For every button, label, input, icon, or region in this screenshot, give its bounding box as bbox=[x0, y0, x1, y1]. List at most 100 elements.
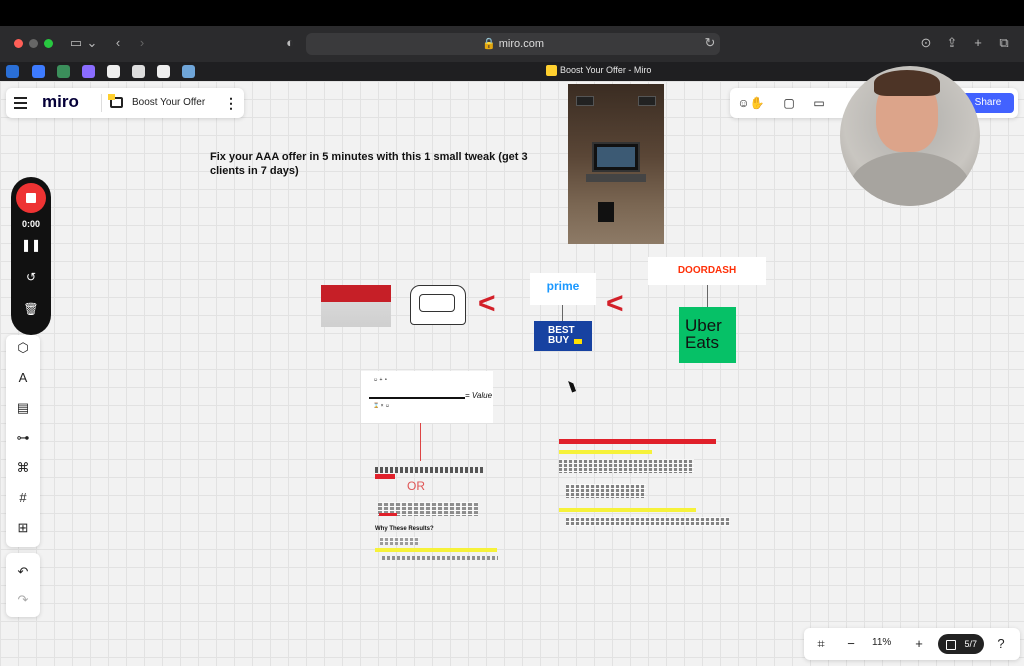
stop-recording-button[interactable] bbox=[16, 183, 46, 213]
active-tab-title[interactable]: Boost Your Offer - Miro bbox=[560, 65, 651, 75]
connector-line bbox=[707, 285, 708, 307]
video-call-icon[interactable]: ▭ bbox=[810, 95, 828, 111]
screen-recorder: 0:00 ❚❚ ↺ 🗑 bbox=[11, 177, 51, 335]
miro-logo[interactable]: miro bbox=[42, 92, 79, 112]
tab-favicon[interactable] bbox=[132, 65, 145, 78]
fraction-line bbox=[369, 397, 465, 399]
tab-favicon[interactable] bbox=[157, 65, 170, 78]
minimize-window-button[interactable] bbox=[29, 39, 38, 48]
redo-icon[interactable]: ↷ bbox=[13, 591, 33, 609]
pen-icon[interactable]: A bbox=[13, 369, 33, 387]
board-header: miro Boost Your Offer ⋮ bbox=[6, 88, 244, 118]
person-hoodie bbox=[850, 152, 970, 206]
divider bbox=[101, 94, 102, 112]
tab-favicon[interactable] bbox=[57, 65, 70, 78]
prime-logo[interactable]: prime bbox=[530, 273, 596, 305]
download-icon[interactable]: ⊙ bbox=[916, 33, 936, 53]
bestbuy-logo[interactable]: BEST BUY bbox=[534, 321, 592, 351]
laptop-base bbox=[586, 174, 646, 182]
mindmap-icon[interactable]: ⌘ bbox=[13, 459, 33, 477]
red-highlight bbox=[375, 474, 395, 479]
privacy-shield-icon[interactable]: ◐ bbox=[280, 33, 300, 53]
red-highlight bbox=[559, 439, 716, 444]
text-note-line bbox=[375, 467, 485, 473]
text-note-block bbox=[566, 517, 730, 526]
connector-line bbox=[562, 305, 563, 321]
connector-icon[interactable]: ⊶ bbox=[13, 429, 33, 447]
undo-redo-panel: ↶ ↷ bbox=[6, 553, 40, 617]
board-name[interactable]: Boost Your Offer bbox=[132, 97, 205, 108]
car-sketch-image[interactable] bbox=[410, 285, 466, 325]
tab-overview-icon[interactable]: ⧉ bbox=[994, 33, 1014, 53]
laptop bbox=[592, 142, 640, 172]
add-icon[interactable]: ⊞ bbox=[13, 519, 33, 537]
creation-toolbar: ⬡ A ▤ ⊶ ⌘ # ⊞ bbox=[6, 335, 40, 547]
why-results-heading: Why These Results? bbox=[375, 526, 434, 532]
browser-toolbar: ▭ ⌄ ‹ › ◐ 🔒 miro.com ↻ ⊙ ⇪ + ⧉ bbox=[0, 26, 1024, 62]
down-arrow bbox=[420, 423, 421, 461]
red-arrow-icon: < bbox=[478, 287, 496, 320]
tab-favicon[interactable] bbox=[82, 65, 95, 78]
share-icon[interactable]: ⇪ bbox=[942, 33, 962, 53]
tab-favicon[interactable] bbox=[32, 65, 45, 78]
sketch-glyph: ☺ + ⚬ bbox=[373, 377, 388, 383]
text-note-line bbox=[382, 556, 498, 560]
os-menubar bbox=[0, 0, 1024, 26]
value-equation-sketch[interactable]: ☺ + ⚬ ⌛ × ☺ = Value bbox=[361, 371, 493, 423]
recording-time: 0:00 bbox=[21, 219, 40, 229]
present-icon[interactable]: ▢ bbox=[780, 95, 798, 111]
lock-icon: 🔒 bbox=[482, 38, 496, 50]
webcam-bubble[interactable] bbox=[840, 66, 980, 206]
person-hair bbox=[874, 70, 940, 96]
yellow-highlight bbox=[375, 548, 497, 552]
text-note-block bbox=[566, 484, 646, 498]
fit-screen-icon[interactable]: ⌗ bbox=[812, 636, 830, 652]
yellow-highlight bbox=[559, 508, 696, 512]
text-note-block bbox=[559, 459, 694, 473]
passport bbox=[598, 202, 614, 222]
sketch-glyph: ⌛ × ☺ bbox=[373, 403, 391, 409]
shapes-icon[interactable]: ⬡ bbox=[13, 339, 33, 357]
restart-icon[interactable]: ↺ bbox=[21, 269, 41, 285]
trash-icon[interactable]: 🗑 bbox=[21, 301, 41, 317]
store-front-image[interactable] bbox=[321, 285, 391, 327]
reactions-icon[interactable]: ☺✋ bbox=[736, 95, 766, 111]
tab-favicon[interactable] bbox=[182, 65, 195, 78]
sidebar-toggle-icon[interactable]: ▭ bbox=[66, 33, 86, 53]
pause-icon[interactable]: ❚❚ bbox=[21, 237, 41, 253]
value-label: = Value bbox=[465, 391, 493, 400]
tv-screen bbox=[638, 96, 656, 106]
back-icon[interactable]: ‹ bbox=[108, 33, 128, 53]
yellow-highlight bbox=[559, 450, 652, 454]
help-icon[interactable]: ? bbox=[992, 636, 1010, 652]
url-text: miro.com bbox=[498, 38, 544, 50]
page-counter[interactable]: 5/7 bbox=[938, 634, 984, 654]
tab-favicon[interactable] bbox=[107, 65, 120, 78]
zoom-controls: ⌗ − 11% + 5/7 ? bbox=[804, 628, 1020, 660]
zoom-window-button[interactable] bbox=[44, 39, 53, 48]
zoom-in-icon[interactable]: + bbox=[910, 636, 928, 652]
chevron-down-icon[interactable]: ⌄ bbox=[86, 33, 98, 53]
ubereats-logo[interactable]: Uber Eats bbox=[679, 307, 736, 363]
board-title-text[interactable]: Fix your AAA offer in 5 minutes with thi… bbox=[210, 150, 560, 178]
comment-icon[interactable]: ▤ bbox=[13, 399, 33, 417]
zoom-out-icon[interactable]: − bbox=[842, 636, 860, 652]
zoom-level[interactable]: 11% bbox=[872, 637, 891, 648]
more-options-icon[interactable]: ⋮ bbox=[224, 95, 238, 111]
close-window-button[interactable] bbox=[14, 39, 23, 48]
tab-favicon[interactable] bbox=[6, 65, 19, 78]
miro-tab-logo bbox=[546, 65, 557, 76]
frame-icon[interactable]: # bbox=[13, 489, 33, 507]
red-highlight bbox=[379, 513, 397, 516]
menu-icon[interactable] bbox=[14, 96, 28, 110]
mouse-cursor bbox=[568, 379, 576, 393]
reload-icon[interactable]: ↻ bbox=[700, 33, 720, 53]
red-arrow-icon: < bbox=[606, 287, 624, 320]
new-tab-icon[interactable]: + bbox=[968, 33, 988, 53]
doordash-logo[interactable]: DOORDASH bbox=[648, 257, 766, 285]
undo-icon[interactable]: ↶ bbox=[13, 563, 33, 581]
url-bar[interactable]: 🔒 miro.com bbox=[306, 33, 720, 55]
text-note-block bbox=[380, 537, 420, 545]
laptop-photo[interactable] bbox=[568, 84, 664, 244]
forward-icon[interactable]: › bbox=[132, 33, 152, 53]
